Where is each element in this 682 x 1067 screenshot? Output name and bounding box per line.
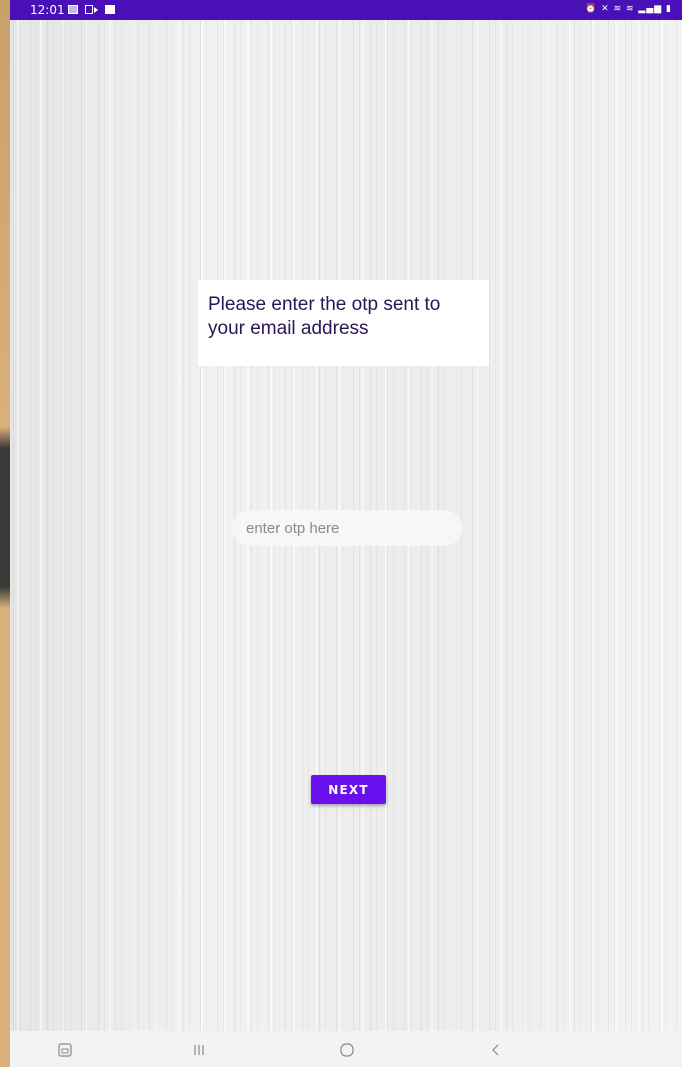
device-screen: 12:01 ⏰ ✕ ≋ ≋ ▂▄▆ ▮ Please enter the otp… (10, 0, 682, 1067)
status-right-icons: ⏰ ✕ ≋ ≋ ▂▄▆ ▮ (585, 4, 672, 14)
checkbox-icon (105, 5, 115, 14)
video-icon-tip (94, 7, 98, 13)
message-card: Please enter the otp sent to your email … (198, 280, 489, 366)
otp-instruction-text: Please enter the otp sent to your email … (208, 294, 441, 339)
volte-icon: ≋ (613, 4, 623, 14)
next-button[interactable]: NEXT (311, 775, 386, 804)
screenshot-icon[interactable] (54, 1039, 76, 1061)
lte-icon: ≋ (625, 4, 635, 14)
status-time: 12:01 (30, 3, 65, 17)
home-icon[interactable] (336, 1039, 358, 1061)
battery-icon: ▮ (666, 4, 672, 14)
alarm-icon: ⏰ (585, 4, 598, 14)
signal-icon: ▂▄▆ (638, 4, 663, 14)
back-icon[interactable] (485, 1039, 507, 1061)
recents-icon[interactable] (188, 1039, 210, 1061)
otp-input[interactable] (232, 510, 462, 546)
status-bar: 12:01 ⏰ ✕ ≋ ≋ ▂▄▆ ▮ (10, 0, 682, 20)
mute-icon: ✕ (601, 4, 610, 14)
background-edge (0, 0, 10, 1067)
navigation-bar (10, 1031, 682, 1067)
gallery-icon (68, 5, 78, 14)
video-icon (85, 5, 93, 14)
